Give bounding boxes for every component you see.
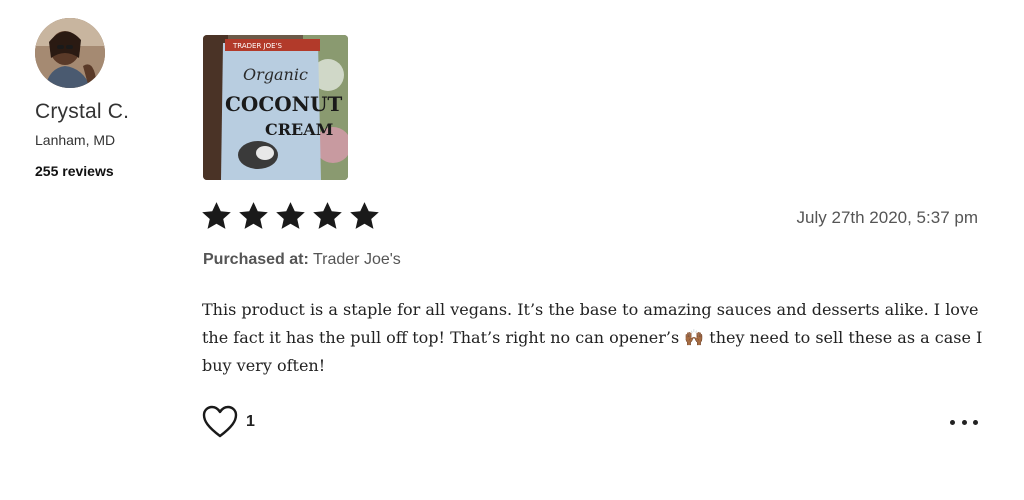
coconut-cream-can-photo: TRADER JOE'S Organic COCONUT CREAM — [203, 35, 348, 180]
can-label-coconut: COCONUT — [225, 92, 342, 116]
product-photo[interactable]: TRADER JOE'S Organic COCONUT CREAM — [203, 35, 348, 180]
purchased-at-store: Trader Joe's — [312, 251, 401, 268]
star-icon — [202, 202, 231, 229]
like-button[interactable]: 1 — [202, 405, 255, 439]
can-label-organic: Organic — [243, 65, 308, 84]
star-icon — [276, 202, 305, 229]
star-icon — [313, 202, 342, 229]
purchased-at: Purchased at: Trader Joe's — [203, 251, 401, 269]
more-options-icon-dot — [961, 419, 967, 425]
reviewer-location: Lanham, MD — [35, 132, 116, 148]
review-date: July 27th 2020, 5:37 pm — [796, 208, 978, 227]
more-options-button[interactable] — [950, 412, 978, 432]
can-label-cream: CREAM — [265, 120, 333, 139]
star-rating — [200, 200, 381, 233]
review-text: This product is a staple for all vegans.… — [202, 300, 983, 375]
reviewer-review-count[interactable]: 255 reviews — [35, 163, 114, 179]
user-avatar-photo — [35, 18, 105, 88]
more-options-icon — [950, 419, 955, 425]
more-options-icon-dot — [973, 419, 978, 425]
avatar[interactable] — [35, 18, 105, 88]
purchased-at-label: Purchased at: — [203, 251, 309, 268]
heart-icon[interactable] — [202, 405, 238, 439]
reviewer-name[interactable]: Crystal C. — [35, 100, 129, 124]
can-label-brand: TRADER JOE'S — [232, 42, 282, 50]
star-icon — [350, 202, 379, 229]
like-count: 1 — [246, 413, 255, 430]
star-icon — [239, 202, 268, 229]
